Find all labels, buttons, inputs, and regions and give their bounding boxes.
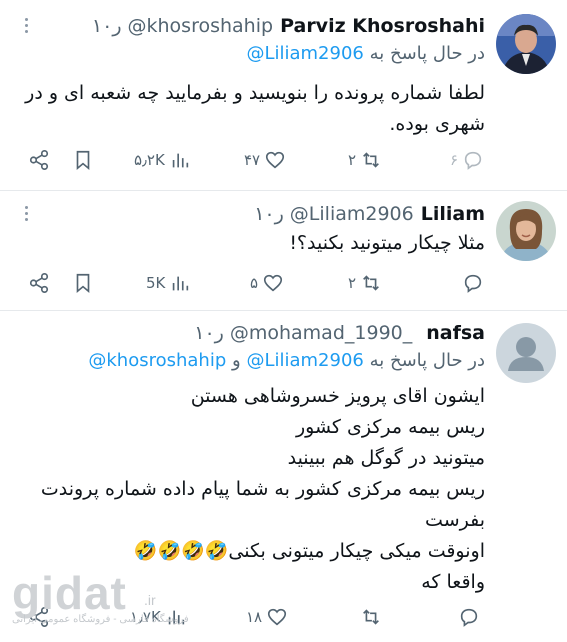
tweet-text-line: لطفا شماره پرونده را بنویسید و بفرمایید … [25,82,485,104]
tweet-actions: ۵٫۲K ۴۷ ۲ ۶ [0,144,567,176]
retweet-button[interactable] [360,601,382,633]
bookmark-icon [76,273,90,294]
more-icon[interactable] [24,206,30,224]
tweet-handle[interactable]: @khosroshahip [128,14,274,38]
reply-icon [464,151,482,170]
reply-prefix: در حال پاسخ به [369,350,485,371]
retweet-count: ۲ [348,151,357,169]
share-icon [29,150,49,170]
like-icon [268,608,287,626]
like-button[interactable]: ۴۷ [244,144,286,176]
reply-context: در حال پاسخ به @Liliam2906 و @khosroshah… [88,349,485,373]
reply-icon [460,608,478,627]
like-count: ۵ [250,274,259,292]
reply-icon [464,274,482,293]
reply-button[interactable] [458,601,480,633]
like-button[interactable]: ۵ [250,267,284,299]
views-button[interactable]: 5K [146,267,191,299]
watermark-domain: .ir [144,592,156,608]
tweet-text-line: مثلا چیکار میتونید بکنید؟! [289,232,485,254]
default-avatar-icon [496,323,556,383]
tweet-1[interactable]: ۱۰ر @khosroshahip Parviz Khosroshahi در … [0,0,567,190]
avatar[interactable] [496,201,556,261]
avatar[interactable] [496,323,556,383]
tweet-text: ایشون اقای پرویز خسروشاهی هستن ریس بیمه … [25,381,485,598]
avatar-photo [496,201,556,261]
reply-prefix: در حال پاسخ به [369,43,485,64]
tweet-text-line: اونوقت میکی چیکار میتونی بکنی🤣🤣🤣🤣 [133,540,485,562]
tweet-handle[interactable]: @mohamad_1990_ [230,321,412,345]
tweet-time[interactable]: ۱۰ر [194,321,224,345]
tweet-author-name[interactable]: Parviz Khosroshahi [280,14,485,38]
reply-mention[interactable]: @Liliam2906 [246,43,363,64]
views-icon [173,276,189,291]
tweet-text-line: ریس بیمه مرکزی کشور [295,416,485,438]
reply-button[interactable]: ۶ [450,144,484,176]
tweet-handle[interactable]: @Liliam2906 [290,202,414,226]
avatar-photo [496,14,556,74]
like-count: ۱۸ [246,608,263,626]
tweet-text-line: میتونید در گوگل هم ببینید [287,447,485,469]
like-count: ۴۷ [244,151,261,169]
reply-context: در حال پاسخ به @Liliam2906 [246,42,485,66]
tweet-text: لطفا شماره پرونده را بنویسید و بفرمایید … [25,78,485,140]
watermark-logo-text: gidat [12,567,127,619]
reply-joiner: و [232,350,241,371]
share-button[interactable] [28,267,50,299]
bookmark-icon [76,150,90,171]
retweet-icon [363,609,379,625]
tweet-text: مثلا چیکار میتونید بکنید؟! [25,228,485,259]
retweet-button[interactable]: ۲ [348,267,382,299]
share-icon [29,273,49,293]
more-icon[interactable] [24,18,30,36]
views-button[interactable]: ۵٫۲K [134,144,191,176]
watermark-logo: gidat .ir فروشگاه فارسی - فروشگاه عمومی … [12,570,189,625]
watermark-tagline: فروشگاه فارسی - فروشگاه عمومی ایرانی [12,614,189,625]
reply-button[interactable] [458,267,484,299]
tweet-text-line: ریس بیمه مرکزی کشور به شما پیام داده شما… [40,478,485,500]
like-icon [263,274,283,292]
tweet-text-line: شهری بوده. [389,113,485,135]
views-count: 5K [146,274,166,292]
reply-mention[interactable]: @khosroshahip [88,350,226,371]
retweet-button[interactable]: ۲ [348,144,382,176]
tweet-time[interactable]: ۱۰ر [254,202,284,226]
tweet-header: ۱۰ر @khosroshahip Parviz Khosroshahi [92,14,485,38]
retweet-icon [363,275,379,291]
tweet-author-name[interactable]: nafsa [426,321,485,345]
views-count: ۵٫۲K [134,151,165,169]
tweet-header: ۱۰ر @Liliam2906 Liliam [254,202,485,226]
bookmark-button[interactable] [72,144,94,176]
avatar[interactable] [496,14,556,74]
tweet-text-line: ایشون اقای پرویز خسروشاهی هستن [190,385,485,407]
share-button[interactable] [28,144,50,176]
tweet-actions: 5K ۵ ۲ [0,267,567,299]
tweet-author-name[interactable]: Liliam [421,202,485,226]
bookmark-button[interactable] [72,267,94,299]
tweet-text-line: بفرست [425,509,485,531]
tweet-time[interactable]: ۱۰ر [92,14,122,38]
tweet-header: ۱۰ر @mohamad_1990_ nafsa [194,321,485,345]
tweet-2[interactable]: ۱۰ر @Liliam2906 Liliam مثلا چیکار میتونی… [0,191,567,309]
reply-count: ۶ [450,151,459,169]
like-button[interactable]: ۱۸ [246,601,288,633]
reply-mention[interactable]: @Liliam2906 [246,350,363,371]
like-icon [266,151,285,169]
retweet-icon [363,152,379,168]
retweet-count: ۲ [348,274,357,292]
views-icon [172,153,188,168]
